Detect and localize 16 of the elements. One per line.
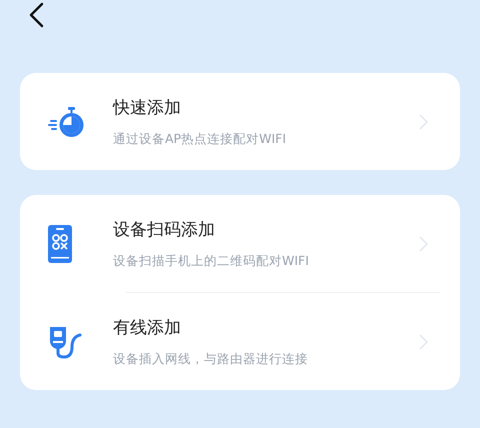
- chevron-icon: [419, 334, 428, 350]
- phone-icon: [48, 224, 72, 262]
- option-description: 设备扫描手机上的二维码配对WIFI: [113, 252, 310, 270]
- stopwatch-icon: [48, 104, 86, 138]
- option-title: 快速添加: [113, 96, 182, 118]
- back-button[interactable]: [28, 2, 44, 28]
- chevron-icon: [419, 236, 428, 252]
- option-row[interactable]: 设备扫码添加 设备扫描手机上的二维码配对WIFI: [48, 195, 440, 292]
- chevron-icon: [419, 114, 428, 130]
- option-row[interactable]: 有线添加 设备插入网线，与路由器进行连接: [48, 293, 440, 390]
- option-title: 有线添加: [113, 316, 182, 338]
- option-description: 设备插入网线，与路由器进行连接: [113, 350, 309, 368]
- plug-icon: [48, 324, 82, 358]
- option-description: 通过设备AP热点连接配对WIFI: [113, 130, 288, 148]
- option-row[interactable]: 快速添加 通过设备AP热点连接配对WIFI: [48, 73, 440, 170]
- option-title: 设备扫码添加: [113, 218, 216, 240]
